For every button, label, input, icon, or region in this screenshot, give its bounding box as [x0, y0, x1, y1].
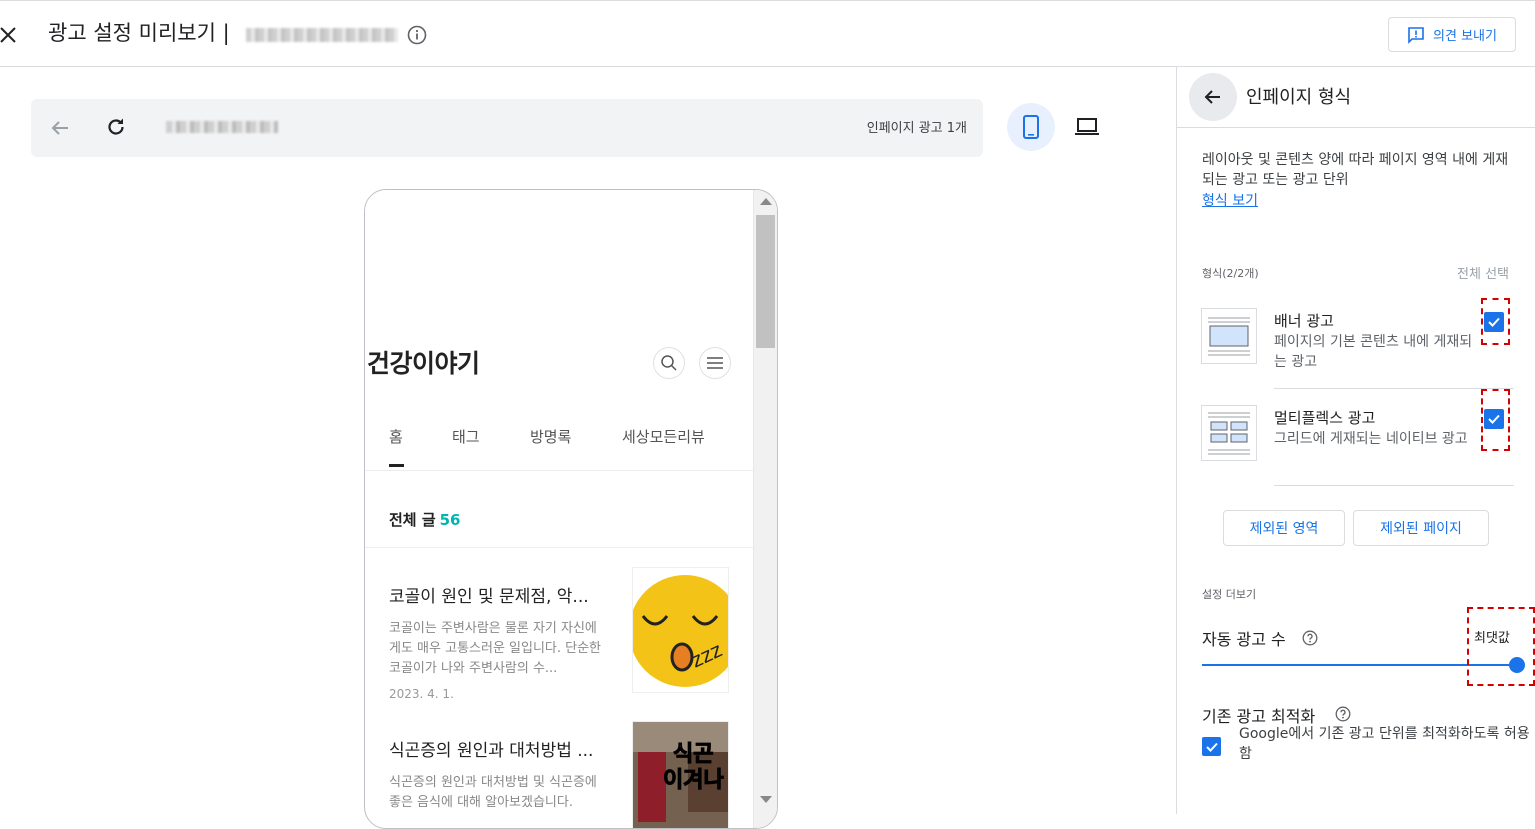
desktop-view-button[interactable] — [1063, 103, 1111, 151]
thumb-text: 식곤 — [672, 742, 714, 768]
annotation-highlight — [1481, 389, 1510, 451]
post-excerpt: 식곤증의 원인과 대처방법 및 식곤증에 좋은 음식에 대해 알아보겠습니다. — [389, 775, 597, 810]
back-arrow-icon[interactable] — [48, 116, 72, 140]
page-title: 광고 설정 미리보기 | — [48, 21, 230, 45]
blog-nav-home[interactable]: 홈 — [389, 426, 403, 447]
format-description: 그리드에 게재되는 네이티브 광고 — [1274, 431, 1468, 447]
annotation-highlight — [1467, 607, 1535, 686]
panel-header: 인페이지 형식 — [1177, 67, 1535, 128]
scroll-down-arrow-icon[interactable] — [760, 796, 772, 803]
panel-title: 인페이지 형식 — [1246, 87, 1352, 108]
search-icon — [661, 355, 677, 371]
post-item[interactable]: 코골이 원인 및 문제점, 악... 코골이는 주변사람은 물론 자기 자신에게… — [389, 567, 729, 701]
more-settings-label: 설정 더보기 — [1202, 588, 1257, 601]
close-button[interactable] — [0, 23, 20, 47]
divider — [1274, 485, 1514, 486]
excluded-pages-button[interactable]: 제외된 페이지 — [1353, 510, 1489, 546]
hamburger-menu-icon — [707, 357, 723, 369]
all-posts-count: 56 — [439, 511, 461, 529]
auto-ad-count-label: 자동 광고 수 — [1202, 630, 1286, 649]
format-title: 배너 광고 — [1274, 312, 1334, 330]
smartphone-icon — [1023, 115, 1039, 139]
feedback-label: 의견 보내기 — [1433, 29, 1497, 44]
blog-search-button[interactable] — [653, 347, 685, 379]
format-title: 멀티플렉스 광고 — [1274, 409, 1376, 427]
blog-nav-guestbook[interactable]: 방명록 — [530, 426, 571, 447]
panel-back-button[interactable] — [1189, 73, 1237, 121]
feedback-button[interactable]: 의견 보내기 — [1388, 17, 1516, 52]
panel-description: 레이아웃 및 콘텐츠 양에 따라 페이지 영역 내에 게재되는 광고 또는 광고… — [1202, 152, 1509, 188]
blurred-url — [166, 121, 278, 133]
scroll-up-arrow-icon[interactable] — [760, 198, 772, 205]
laptop-icon — [1075, 118, 1099, 135]
post-thumbnail[interactable]: 식곤 이겨나 — [632, 721, 729, 828]
optimize-existing-description: Google에서 기존 광고 단위를 최적화하도록 허용함 — [1239, 726, 1530, 762]
post-thumbnail[interactable]: zzz — [632, 567, 729, 693]
view-formats-link[interactable]: 형식 보기 — [1202, 190, 1258, 210]
thumb-text: 이겨나 — [663, 768, 725, 794]
divider — [365, 547, 754, 548]
blurred-domain — [246, 28, 398, 42]
multiplex-ad-icon — [1201, 405, 1257, 461]
format-description: 페이지의 기본 콘텐츠 내에 게재되는 광고 — [1274, 334, 1473, 370]
post-title[interactable]: 코골이 원인 및 문제점, 악... — [389, 582, 604, 607]
help-icon[interactable] — [1302, 630, 1318, 646]
settings-panel: 인페이지 형식 레이아웃 및 콘텐츠 양에 따라 페이지 영역 내에 게재되는 … — [1176, 67, 1535, 814]
blog-menu-button[interactable] — [699, 347, 731, 379]
preview-scrollbar[interactable] — [753, 190, 777, 828]
close-icon — [0, 27, 16, 43]
all-posts-heading: 전체 글 56 — [389, 509, 461, 530]
select-all-button[interactable]: 전체 선택 — [1457, 263, 1509, 282]
mobile-preview-frame: 건강이야기 홈 태그 방명록 세상모든리뷰 전체 글 56 코골이 원인 및 문제… — [364, 189, 778, 829]
all-posts-label: 전체 글 — [389, 511, 436, 529]
blog-nav-tags[interactable]: 태그 — [452, 426, 480, 447]
info-icon[interactable] — [407, 25, 427, 45]
arrow-left-icon — [1204, 90, 1220, 104]
preview-browser-bar: 인페이지 광고 1개 — [31, 99, 983, 157]
scroll-thumb[interactable] — [756, 215, 775, 348]
top-bar: 광고 설정 미리보기 | 의견 보내기 — [0, 0, 1535, 67]
optimize-existing-checkbox[interactable] — [1202, 737, 1221, 756]
blog-nav: 홈 태그 방명록 세상모든리뷰 — [365, 416, 754, 471]
divider — [1274, 388, 1514, 389]
nav-active-indicator — [389, 464, 404, 467]
checkmark-icon — [1205, 742, 1218, 752]
excluded-areas-button[interactable]: 제외된 영역 — [1223, 510, 1345, 546]
feedback-icon — [1408, 26, 1424, 44]
blog-nav-reviews[interactable]: 세상모든리뷰 — [622, 426, 705, 447]
post-excerpt: 코골이는 주변사람은 물론 자기 자신에게도 매우 고통스러운 일입니다. 단순… — [389, 621, 602, 676]
sleeping-emoji-image: zzz — [633, 568, 728, 692]
ad-count-label: 인페이지 광고 1개 — [866, 121, 967, 136]
post-title[interactable]: 식곤증의 원인과 대처방법 ... — [389, 736, 604, 761]
reload-icon[interactable] — [104, 115, 128, 139]
mobile-view-button[interactable] — [1007, 103, 1055, 151]
format-count-label: 형식(2/2개) — [1202, 267, 1259, 280]
help-icon[interactable] — [1335, 706, 1351, 722]
blog-title[interactable]: 건강이야기 — [367, 344, 480, 380]
post-item[interactable]: 식곤증의 원인과 대처방법 ... 식곤증의 원인과 대처방법 및 식곤증에 좋… — [389, 721, 729, 828]
annotation-highlight — [1481, 298, 1510, 345]
banner-ad-icon — [1201, 308, 1257, 364]
